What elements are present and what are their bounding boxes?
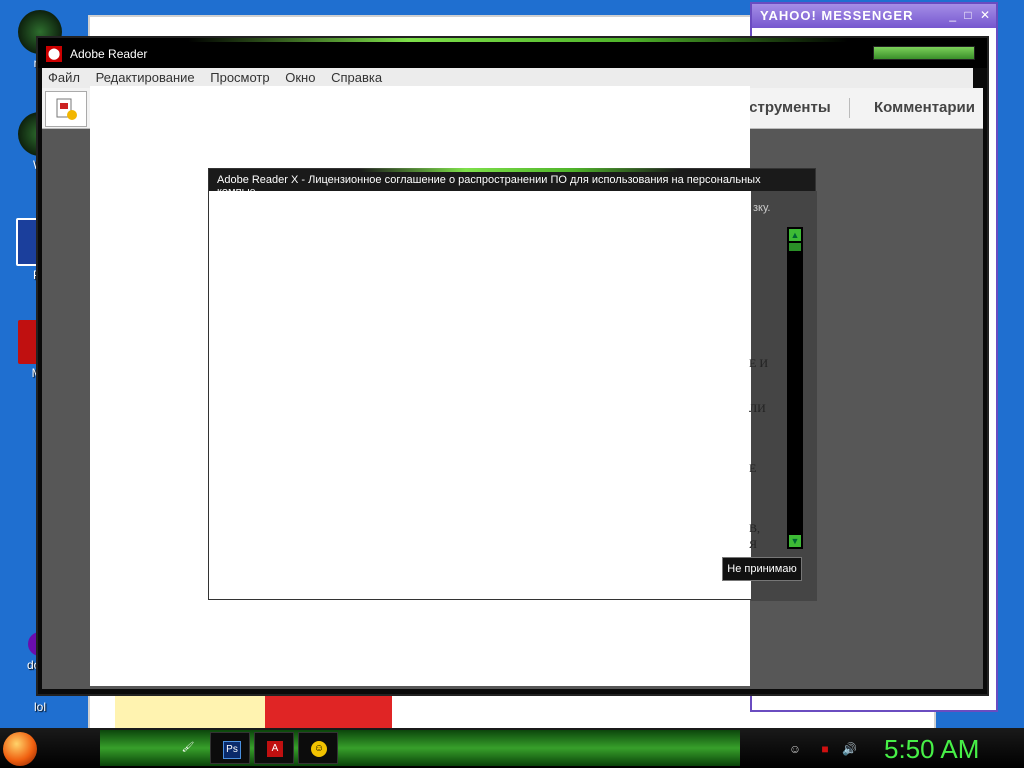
menu-file[interactable]: Файл <box>42 68 86 88</box>
paint-icon: 🖌 <box>181 742 195 753</box>
yahoo-icon: ☺ <box>311 741 327 757</box>
tray-network-icon[interactable] <box>762 742 776 756</box>
license-text-fragment: Е И <box>749 356 768 370</box>
menu-edit[interactable]: Редактирование <box>90 68 201 88</box>
dialog-note: зку. <box>753 202 771 214</box>
taskbar <box>0 728 1024 768</box>
window-title: Adobe Reader <box>70 47 148 61</box>
dialog-side-panel <box>751 191 817 601</box>
menu-view[interactable]: Просмотр <box>204 68 275 88</box>
start-button[interactable] <box>3 732 37 766</box>
window-controls[interactable] <box>873 46 975 60</box>
tray-messenger-icon[interactable]: ☺ <box>788 742 802 756</box>
comments-tab[interactable]: Комментарии <box>874 99 975 116</box>
taskbar-paint-button[interactable]: 🖌 <box>168 732 208 764</box>
license-text-fragment: В, <box>749 521 761 535</box>
acrobat-icon: ⬤ <box>46 46 62 62</box>
scroll-down-icon[interactable]: ▼ <box>789 535 801 547</box>
menu-window[interactable]: Окно <box>279 68 321 88</box>
photoshop-icon: Ps <box>223 741 241 759</box>
tray-acrobat-icon[interactable]: ■ <box>818 742 832 756</box>
taskbar-yahoo-button[interactable]: ☺ <box>298 732 338 764</box>
license-dialog[interactable]: Adobe Reader X - Лицензионное соглашение… <box>208 168 817 601</box>
dialog-title: Adobe Reader X - Лицензионное соглашение… <box>217 174 761 198</box>
license-text-fragment: Е <box>749 461 757 475</box>
title-accent <box>188 38 848 42</box>
desktop-icon-label: lol <box>33 700 46 714</box>
decline-button[interactable]: Не принимаю <box>722 557 802 581</box>
scrollbar[interactable]: ▲ ▼ <box>787 227 803 549</box>
license-text-fragment: Я <box>749 537 758 551</box>
title-accent <box>359 168 679 172</box>
background-red-block <box>265 690 392 730</box>
taskbar-photoshop-button[interactable]: Ps <box>210 732 250 764</box>
tray-volume-icon[interactable]: 🔊 <box>842 742 857 756</box>
create-pdf-button[interactable] <box>45 91 87 127</box>
scroll-thumb[interactable] <box>789 243 801 251</box>
scroll-up-icon[interactable]: ▲ <box>789 229 801 241</box>
minimize-button[interactable]: _ <box>949 8 956 22</box>
tools-tab[interactable]: нструменты <box>740 99 831 116</box>
license-text-fragment: ЛИ <box>749 401 766 415</box>
acrobat-icon: A <box>267 741 283 757</box>
separator <box>848 98 850 118</box>
clock[interactable]: 5:50 AM <box>884 734 979 765</box>
dialog-title-bar: Adobe Reader X - Лицензионное соглашение… <box>209 168 815 198</box>
title-bar[interactable]: ⬤ Adobe Reader <box>38 38 987 68</box>
taskbar-acrobat-button[interactable]: A <box>254 732 294 764</box>
menu-help[interactable]: Справка <box>325 68 388 88</box>
close-button[interactable]: ✕ <box>980 8 990 22</box>
desktop-icon-lol[interactable]: lol <box>8 700 72 714</box>
background-yellow-block <box>115 690 265 730</box>
document-icon <box>56 98 77 120</box>
menu-bar: Файл Редактирование Просмотр Окно Справк… <box>42 68 973 88</box>
maximize-button[interactable]: □ <box>964 8 971 22</box>
